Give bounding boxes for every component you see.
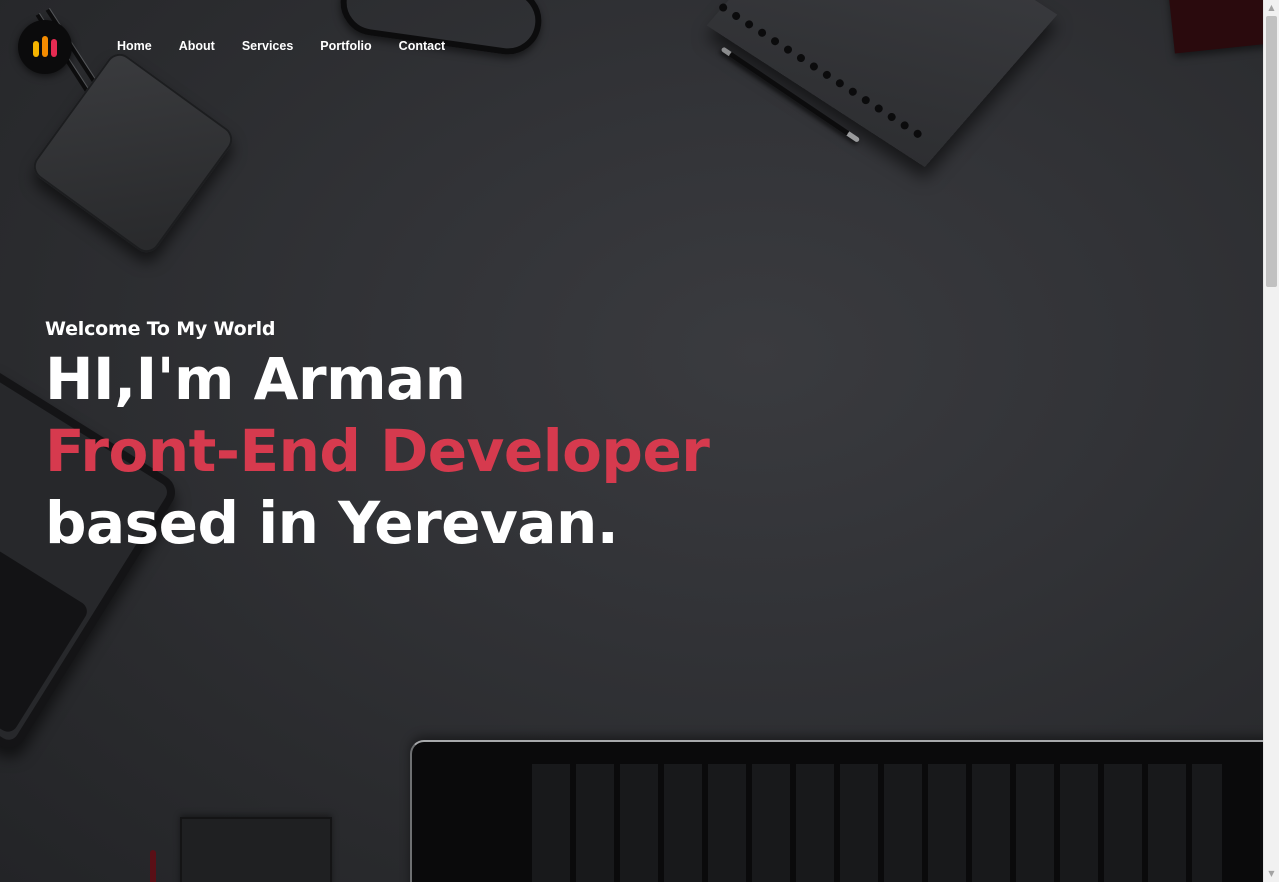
red-pen-decoration (150, 850, 156, 882)
nav-about-link[interactable]: About (179, 39, 215, 53)
hero-location: based in Yerevan. (45, 489, 619, 557)
nav-contact-link[interactable]: Contact (399, 39, 446, 53)
scrollbar-thumb[interactable] (1266, 16, 1277, 287)
site-logo[interactable] (18, 20, 72, 74)
page-scrollbar[interactable]: ▲ ▼ (1263, 0, 1279, 882)
laptop-decoration (410, 740, 1263, 882)
notebook-decoration (706, 0, 1058, 168)
hero-intro: Welcome To My World HI,I'm Arman Front-E… (45, 315, 710, 559)
main-nav: Home About Services Portfolio Contact (117, 39, 472, 53)
phone-decoration (28, 48, 238, 258)
hero-section: Home About Services Portfolio Contact We… (0, 0, 1263, 882)
scroll-up-arrow-icon[interactable]: ▲ (1264, 0, 1279, 16)
hero-role: Front-End Developer (45, 417, 710, 485)
hero-greeting: HI,I'm Arman (45, 345, 466, 413)
page: Home About Services Portfolio Contact We… (0, 0, 1279, 882)
keyboard-decoration (532, 764, 1222, 882)
book-decoration (180, 817, 332, 882)
nav-home-link[interactable]: Home (117, 39, 152, 53)
welcome-text: Welcome To My World (45, 318, 276, 340)
red-book-decoration (1165, 0, 1263, 54)
scroll-down-arrow-icon[interactable]: ▼ (1264, 866, 1279, 882)
nav-portfolio-link[interactable]: Portfolio (320, 39, 371, 53)
nav-services-link[interactable]: Services (242, 39, 293, 53)
bar-chart-logo-icon (33, 36, 57, 57)
